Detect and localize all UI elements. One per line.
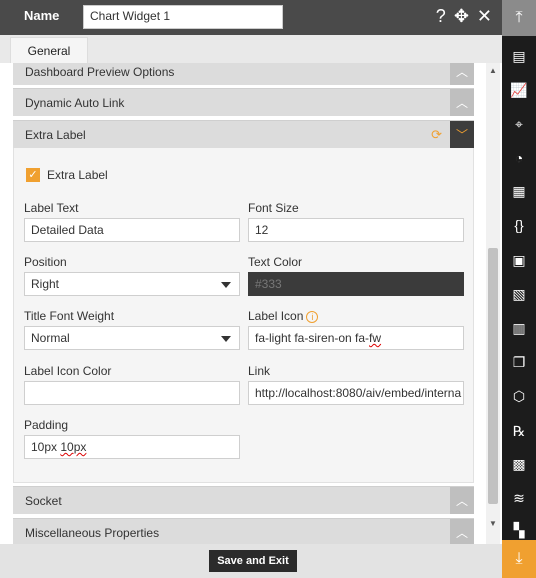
image-icon[interactable]: ▣ <box>507 248 531 272</box>
scroll-thumb[interactable] <box>488 248 498 504</box>
report-icon[interactable]: ◔ <box>507 146 531 170</box>
section-title: Socket <box>25 494 62 508</box>
section-socket[interactable]: Socket ︿ <box>13 486 474 514</box>
chevron-up-icon[interactable]: ︿ <box>450 89 474 116</box>
label-icon-value-suffix: fw <box>369 331 382 345</box>
extra-label-checkbox[interactable]: ✓ <box>26 168 40 182</box>
layers-icon[interactable]: ≋ <box>507 486 531 510</box>
extra-label-panel: ✓ Extra Label Label Text Detailed Data F… <box>13 148 474 483</box>
tab-general[interactable]: General <box>10 37 88 63</box>
position-select[interactable]: Right <box>24 272 240 296</box>
padding-value-suffix: 10px <box>60 440 87 454</box>
help-icon[interactable]: ? <box>436 6 446 26</box>
scroll-up-icon[interactable]: ▲ <box>489 66 497 75</box>
header-icons: ? ✥ ✕ <box>436 6 492 26</box>
code-icon[interactable]: {} <box>507 213 531 237</box>
font-size-input[interactable]: 12 <box>248 218 464 242</box>
properties-panel: Dashboard Preview Options ︿ Dynamic Auto… <box>0 63 502 544</box>
label-icon-color-input[interactable] <box>24 381 240 405</box>
scroll-down-icon[interactable]: ▼ <box>489 519 497 528</box>
save-and-exit-button[interactable]: Save and Exit <box>209 550 297 572</box>
tab-bar: General <box>0 35 502 63</box>
bar-chart-icon[interactable]: ▥ <box>507 316 531 340</box>
chevron-up-icon[interactable]: ︿ <box>450 487 474 514</box>
section-title: Dashboard Preview Options <box>25 65 175 79</box>
label-icon-color-label: Label Icon Color <box>24 364 112 378</box>
font-size-label: Font Size <box>248 201 299 215</box>
section-dashboard-preview[interactable]: Dashboard Preview Options ︿ <box>13 63 474 85</box>
document-icon[interactable]: ▦ <box>507 179 531 203</box>
vertical-scrollbar[interactable]: ▲ ▼ <box>486 63 500 544</box>
title-font-weight-select[interactable]: Normal <box>24 326 240 350</box>
footer-bar: Save and Exit <box>0 544 502 578</box>
caret-down-icon <box>221 336 231 342</box>
close-icon[interactable]: ✕ <box>477 6 492 26</box>
label-icon-value-prefix: fa-light fa-siren-on fa- <box>255 331 370 345</box>
chevron-up-icon[interactable]: ︿ <box>450 519 474 544</box>
right-toolbar: ⤒ ▤ 📈 ⌖ ◔ ▦ {} ▣ ▧ ▥ ❐ ⬡ ℞ ▩ ≋ ▚ ⤓ <box>502 0 536 578</box>
spreadsheet-icon[interactable]: ▧ <box>507 282 531 306</box>
section-title: Miscellaneous Properties <box>25 526 160 540</box>
info-icon[interactable]: i <box>306 310 319 323</box>
map-icon[interactable]: ⌖ <box>507 112 531 136</box>
section-extra-label[interactable]: Extra Label ⟳ ﹀ <box>13 120 474 148</box>
name-label: Name <box>24 8 60 23</box>
padding-input[interactable]: 10px 10px <box>24 435 240 459</box>
text-color-label: Text Color <box>248 255 303 269</box>
padding-label: Padding <box>24 418 69 432</box>
link-label: Link <box>248 364 271 378</box>
table-icon[interactable]: ▤ <box>507 44 531 68</box>
caret-down-icon <box>221 282 231 288</box>
label-icon-label: Label Icon i <box>248 309 319 323</box>
widget-name-input[interactable]: Chart Widget 1 <box>83 5 283 29</box>
save-icon[interactable]: ▩ <box>507 452 531 476</box>
extra-label-checkbox-label: Extra Label <box>47 168 108 182</box>
copy-icon[interactable]: ❐ <box>507 350 531 374</box>
chevron-down-icon[interactable]: ﹀ <box>450 121 474 148</box>
title-font-weight-label: Title Font Weight <box>24 309 115 323</box>
section-misc[interactable]: Miscellaneous Properties ︿ <box>13 518 474 544</box>
collapse-top-icon[interactable]: ⤒ <box>502 0 536 36</box>
chart-icon[interactable]: 📈 <box>507 78 531 102</box>
padding-value-prefix: 10px <box>31 440 61 454</box>
position-label: Position <box>24 255 67 269</box>
label-text-input[interactable]: Detailed Data <box>24 218 240 242</box>
download-icon[interactable]: ⤓ <box>502 540 536 578</box>
section-dynamic-auto-link[interactable]: Dynamic Auto Link ︿ <box>13 88 474 116</box>
rx-icon[interactable]: ℞ <box>507 419 531 443</box>
move-icon[interactable]: ✥ <box>454 6 469 26</box>
section-title: Extra Label <box>25 128 86 142</box>
position-value: Right <box>31 277 60 291</box>
refresh-icon[interactable]: ⟳ <box>431 127 442 143</box>
link-input[interactable]: http://localhost:8080/aiv/embed/interna <box>248 381 464 405</box>
label-icon-label-text: Label Icon <box>248 309 304 323</box>
label-text-label: Label Text <box>24 201 79 215</box>
label-icon-input[interactable]: fa-light fa-siren-on fa-fw <box>248 326 464 350</box>
chevron-up-icon[interactable]: ︿ <box>450 63 474 85</box>
text-color-input[interactable]: #333 <box>248 272 464 296</box>
grid-icon[interactable]: ▚ <box>507 518 531 542</box>
title-font-weight-value: Normal <box>31 331 70 345</box>
section-title: Dynamic Auto Link <box>25 96 125 110</box>
cubes-icon[interactable]: ⬡ <box>507 384 531 408</box>
header-bar: Name Chart Widget 1 ? ✥ ✕ <box>0 0 502 35</box>
